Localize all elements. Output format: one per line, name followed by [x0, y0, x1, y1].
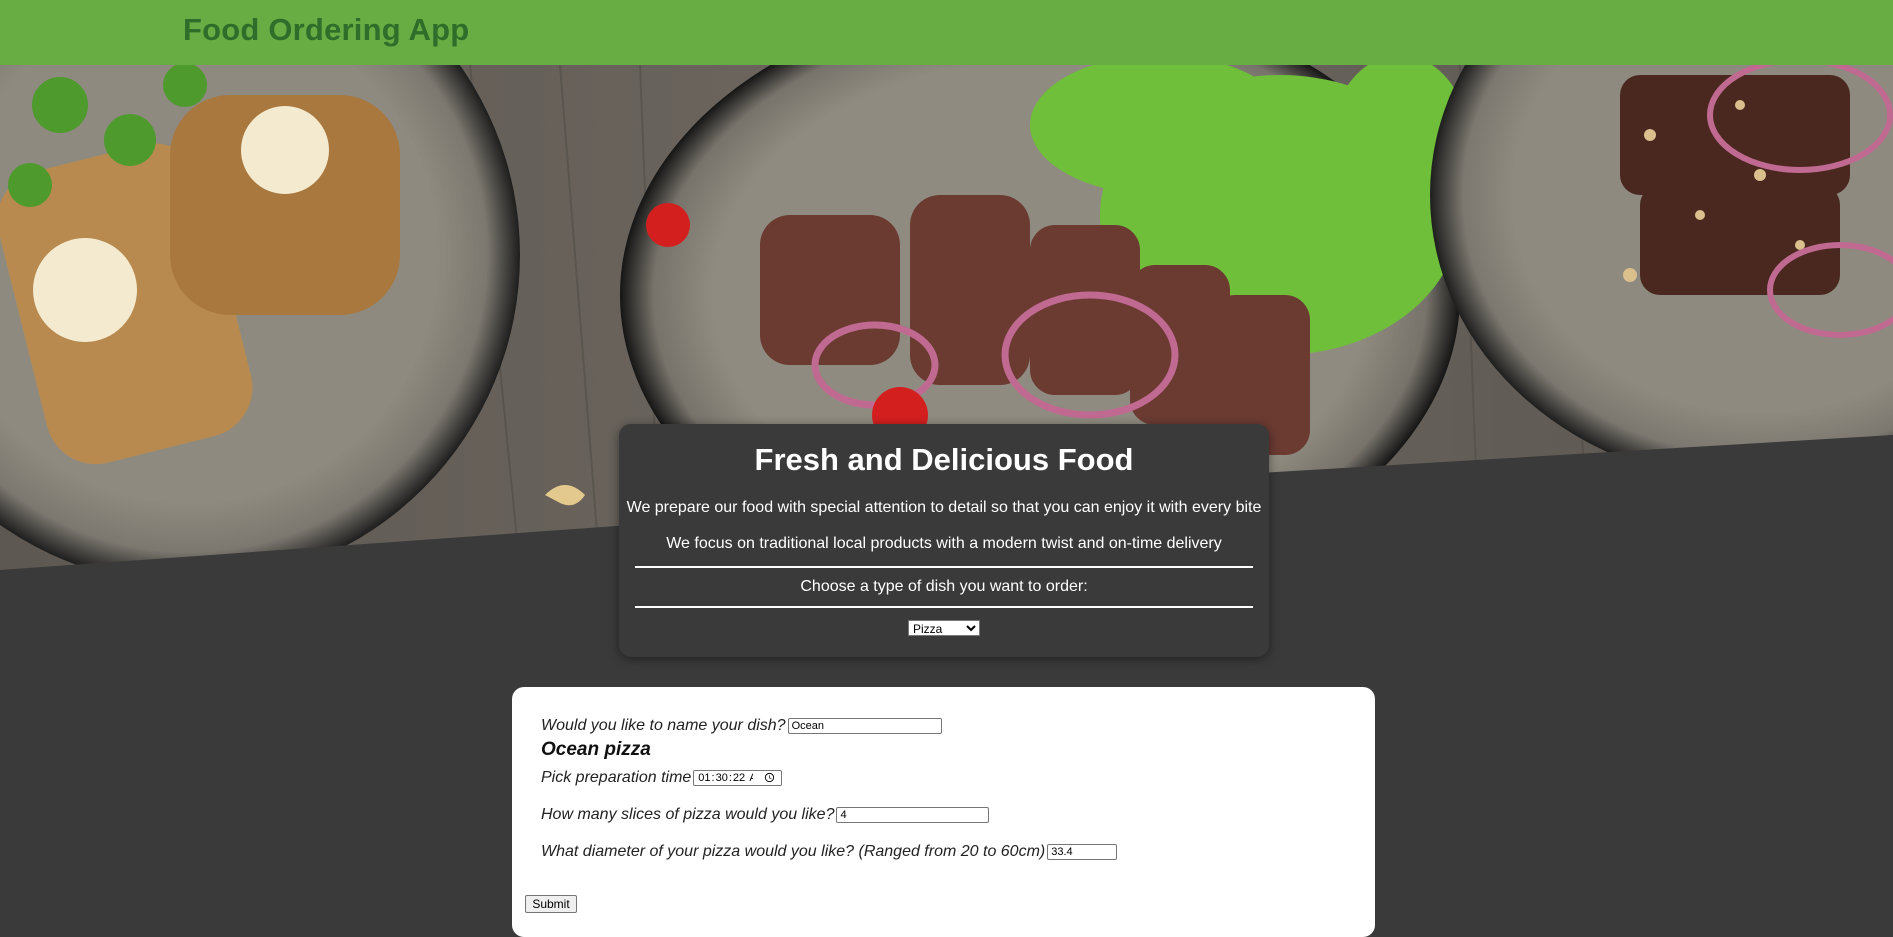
- slices-label: How many slices of pizza would you like?: [541, 806, 835, 823]
- prep-time-input[interactable]: [693, 770, 783, 786]
- hero-tagline-1: We prepare our food with special attenti…: [626, 499, 1262, 516]
- dish-type-select[interactable]: Pizza: [908, 620, 980, 636]
- dish-name-input[interactable]: [787, 718, 942, 734]
- dish-name-row: Would you like to name your dish?: [541, 717, 942, 735]
- order-form-card: Would you like to name your dish? Ocean …: [512, 687, 1375, 937]
- prep-time-label: Pick preparation time: [541, 769, 692, 786]
- app-header: Food Ordering App: [0, 0, 1893, 65]
- slices-row: How many slices of pizza would you like?: [541, 806, 990, 824]
- dish-title: Ocean pizza: [541, 739, 651, 760]
- diameter-label: What diameter of your pizza would you li…: [541, 843, 1046, 860]
- submit-button[interactable]: Submit: [525, 895, 577, 913]
- hero-heading: Fresh and Delicious Food: [754, 442, 1134, 477]
- dish-name-label: Would you like to name your dish?: [541, 717, 786, 734]
- diameter-input[interactable]: [1047, 844, 1118, 860]
- app-title: Food Ordering App: [183, 12, 470, 47]
- prep-time-row: Pick preparation time: [541, 769, 783, 787]
- hero-tagline-2: We focus on traditional local products w…: [666, 535, 1222, 552]
- hero-card: Fresh and Delicious Food We prepare our …: [619, 424, 1269, 657]
- divider: [635, 566, 1253, 568]
- diameter-row: What diameter of your pizza would you li…: [541, 843, 1118, 861]
- slices-input[interactable]: [836, 807, 990, 823]
- dish-type-label: Choose a type of dish you want to order:: [800, 578, 1088, 595]
- divider: [635, 606, 1253, 608]
